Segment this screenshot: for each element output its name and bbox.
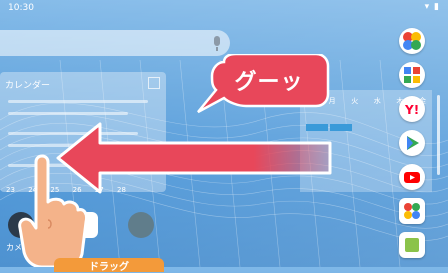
speech-bubble-text: グーッ xyxy=(234,70,304,95)
hand-pointer-icon xyxy=(18,154,88,267)
drag-label: ドラッグ xyxy=(54,258,164,273)
